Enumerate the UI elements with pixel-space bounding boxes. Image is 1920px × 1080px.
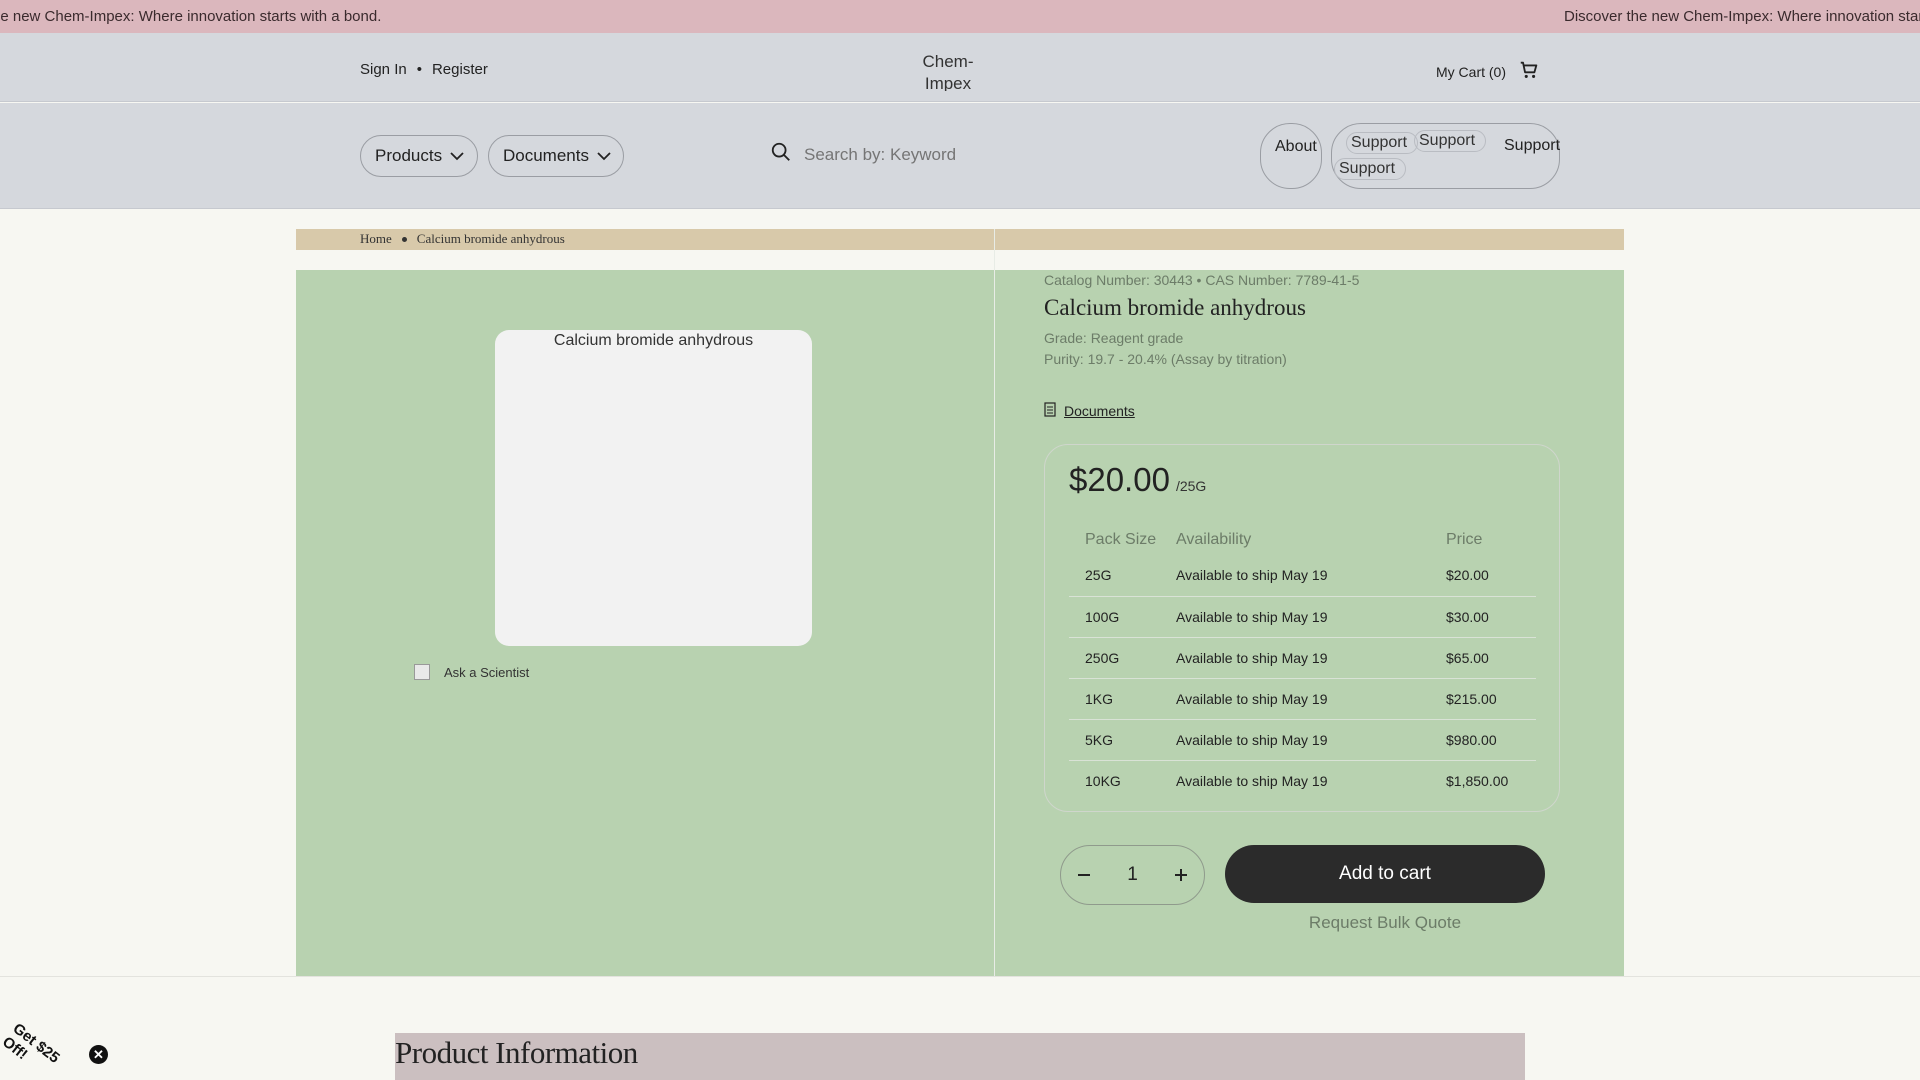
pack-size: 5KG — [1069, 719, 1160, 761]
chevron-down-icon — [597, 146, 611, 166]
row-price: $20.00 — [1430, 555, 1536, 597]
product-information-section: Product Information — [395, 1033, 1525, 1080]
account-links: Sign In • Register — [360, 61, 488, 78]
divider — [994, 229, 995, 976]
table-row[interactable]: 25G Available to ship May 19 $20.00 — [1069, 555, 1536, 597]
section-heading: Product Information — [395, 1035, 638, 1070]
breadcrumb-dot — [401, 236, 407, 242]
documents-link[interactable]: Documents — [1044, 402, 1564, 420]
table-row[interactable]: 10KG Available to ship May 19 $1,850.00 — [1069, 760, 1536, 801]
search-input[interactable] — [804, 144, 1104, 165]
price-value: $20.00 — [1069, 461, 1170, 498]
price-unit: /25G — [1175, 478, 1207, 494]
price: $20.00/25G — [1069, 461, 1206, 499]
documents-link-label: Documents — [1064, 403, 1135, 419]
row-price: $215.00 — [1430, 678, 1536, 720]
support-image: Support — [1334, 158, 1406, 180]
support-image: Support — [1346, 132, 1418, 154]
availability: Available to ship May 19 — [1160, 637, 1430, 679]
cart-link[interactable]: My Cart (0) — [1436, 59, 1540, 84]
pack-size-table: Pack Size Availability Price 25G Availabl… — [1069, 525, 1536, 801]
table-row[interactable]: 100G Available to ship May 19 $30.00 — [1069, 596, 1536, 638]
column-header: Availability — [1176, 531, 1252, 548]
minus-icon[interactable] — [1072, 863, 1096, 887]
scientist-icon — [414, 664, 430, 680]
announcement-bar: he new Chem-Impex: Where innovation star… — [0, 0, 1920, 33]
pack-size: 100G — [1069, 596, 1160, 638]
breadcrumb: Home Calcium bromide anhydrous — [296, 229, 1624, 250]
pack-size: 1KG — [1069, 678, 1160, 720]
products-menu-label: Products — [375, 146, 443, 165]
site-logo[interactable]: Chem-Impex — [900, 51, 996, 91]
announcement-text-repeat: Discover the new Chem-Impex: Where innov… — [1564, 8, 1920, 25]
table-row[interactable]: 250G Available to ship May 19 $65.00 — [1069, 637, 1536, 679]
pack-size: 250G — [1069, 637, 1160, 679]
table-header-row: Pack Size Availability Price — [1069, 525, 1536, 555]
purity-line: Purity: 19.7 - 20.4% (Assay by titration… — [1044, 351, 1287, 367]
product-title: Calcium bromide anhydrous — [1044, 295, 1306, 320]
pack-size: 10KG — [1085, 772, 1121, 789]
divider — [0, 976, 1920, 977]
search-icon[interactable] — [770, 141, 792, 168]
row-price: $980.00 — [1430, 719, 1536, 761]
documents-menu-button[interactable]: Documents — [488, 135, 624, 177]
breadcrumb-home[interactable]: Home — [360, 231, 392, 247]
cart-icon — [1518, 59, 1540, 84]
support-image: Support — [1414, 130, 1486, 152]
availability: Available to ship May 19 — [1160, 719, 1430, 761]
request-bulk-quote-link[interactable]: Request Bulk Quote — [1225, 913, 1545, 933]
column-header: Pack Size — [1085, 531, 1157, 548]
catalog-cas-line: Catalog Number: 30443 • CAS Number: 7789… — [1044, 272, 1360, 288]
document-icon — [1044, 402, 1056, 420]
quantity-input[interactable] — [1117, 864, 1148, 886]
table-row[interactable]: 5KG Available to ship May 19 $980.00 — [1069, 719, 1536, 761]
availability: Available to ship May 19 — [1160, 596, 1430, 638]
main-nav: Products Documents About Support Support… — [0, 103, 1920, 209]
register-link[interactable]: Register — [432, 61, 488, 78]
row-price: $1,850.00 — [1446, 772, 1509, 789]
search-bar — [770, 141, 1104, 168]
availability: Available to ship May 19 — [1160, 555, 1430, 597]
availability: Available to ship May 19 — [1176, 772, 1328, 789]
row-price: $30.00 — [1430, 596, 1536, 638]
product-section: Calcium bromide anhydrous Ask a Scientis… — [296, 229, 1624, 976]
cart-label: My Cart (0) — [1436, 63, 1506, 80]
support-label: Support — [1504, 137, 1561, 154]
column-header: Price — [1446, 531, 1483, 548]
documents-menu-label: Documents — [503, 146, 589, 165]
table-row[interactable]: 1KG Available to ship May 19 $215.00 — [1069, 678, 1536, 720]
add-to-cart-button[interactable]: Add to cart — [1225, 845, 1545, 903]
row-price: $65.00 — [1430, 637, 1536, 679]
price-box: $20.00/25G Pack Size Availability Price … — [1044, 444, 1560, 812]
about-link[interactable]: About — [1260, 123, 1322, 189]
close-icon[interactable]: ✕ — [89, 1045, 108, 1064]
promo-tab[interactable]: Get $25 Off! — [0, 1020, 75, 1080]
support-link[interactable]: Support Support Support Support — [1331, 123, 1560, 189]
product-image[interactable]: Calcium bromide anhydrous — [495, 330, 812, 646]
announcement-text: he new Chem-Impex: Where innovation star… — [0, 8, 382, 25]
site-header: Sign In • Register Chem-Impex My Cart (0… — [0, 33, 1920, 102]
plus-icon[interactable] — [1169, 863, 1193, 887]
ask-scientist-label: Ask a Scientist — [444, 664, 530, 680]
availability: Available to ship May 19 — [1160, 678, 1430, 720]
grade-line: Grade: Reagent grade — [1044, 330, 1184, 346]
products-menu-button[interactable]: Products — [360, 135, 478, 177]
chevron-down-icon — [450, 146, 464, 166]
breadcrumb-current: Calcium bromide anhydrous — [416, 231, 565, 246]
quantity-stepper — [1060, 845, 1205, 905]
separator-dot: • — [416, 61, 422, 78]
pack-size: 25G — [1069, 555, 1160, 597]
ask-scientist-link[interactable]: Ask a Scientist — [414, 664, 529, 680]
sign-in-link[interactable]: Sign In — [360, 61, 407, 78]
product-info: Catalog Number: 30443 • CAS Number: 7789… — [1044, 270, 1564, 420]
